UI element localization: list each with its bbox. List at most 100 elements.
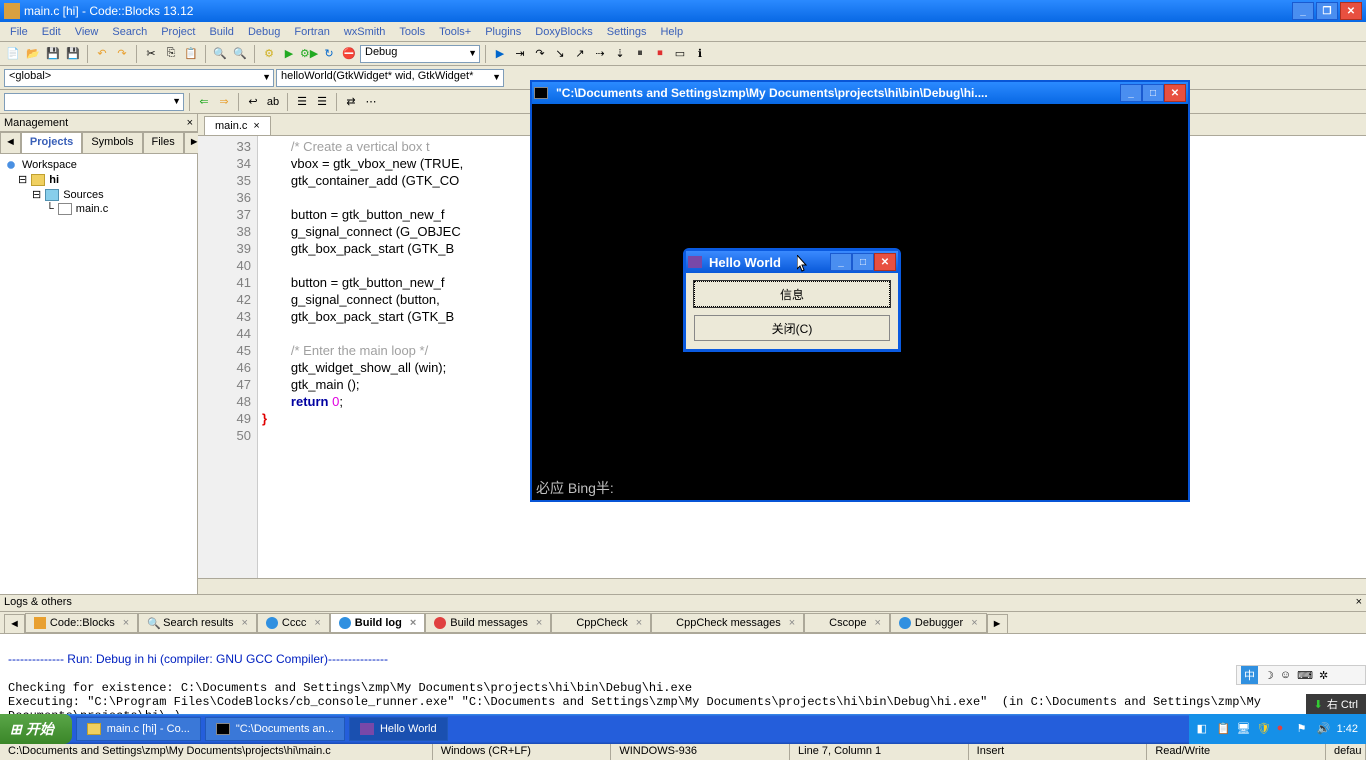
- mgmt-tab-symbols[interactable]: Symbols: [82, 132, 142, 153]
- taskbar-item-codeblocks[interactable]: main.c [hi] - Co...: [76, 717, 201, 741]
- run-to-cursor-icon[interactable]: ⇥: [511, 45, 529, 63]
- info-icon[interactable]: ℹ: [691, 45, 709, 63]
- menu-doxyblocks[interactable]: DoxyBlocks: [529, 24, 598, 40]
- logtab-buildmsg[interactable]: Build messages×: [425, 613, 551, 633]
- menu-project[interactable]: Project: [155, 24, 201, 40]
- save-all-icon[interactable]: 💾: [64, 45, 82, 63]
- copy-icon[interactable]: ⎘: [162, 45, 180, 63]
- forward-icon[interactable]: ⇒: [215, 93, 233, 111]
- logs-tab-prev[interactable]: ◄: [4, 614, 25, 633]
- tab-close-icon[interactable]: ×: [253, 120, 259, 132]
- menu-edit[interactable]: Edit: [36, 24, 67, 40]
- system-tray[interactable]: ◧ 📋 🖥 🛡 ● ⚑ 🔊 1:42: [1189, 714, 1366, 744]
- project-tree[interactable]: Workspace ⊟hi ⊟Sources └main.c: [0, 154, 197, 594]
- ime-moon-icon[interactable]: ☽: [1264, 669, 1274, 682]
- tray-av-icon[interactable]: ⚑: [1297, 722, 1311, 736]
- minimize-button[interactable]: _: [1292, 2, 1314, 20]
- rebuild-icon[interactable]: ↻: [320, 45, 338, 63]
- menu-help[interactable]: Help: [654, 24, 689, 40]
- step-out-icon[interactable]: ↗: [571, 45, 589, 63]
- tray-clock[interactable]: 1:42: [1337, 723, 1358, 735]
- menu-plugins[interactable]: Plugins: [479, 24, 527, 40]
- ime-smile-icon[interactable]: ☺: [1280, 669, 1291, 681]
- menu-file[interactable]: File: [4, 24, 34, 40]
- ime-strip[interactable]: 中 ☽ ☺ ⌨ ✲: [1236, 665, 1366, 685]
- console-close-button[interactable]: ✕: [1164, 84, 1186, 102]
- file-tab-mainc[interactable]: main.c×: [204, 116, 271, 135]
- options-icon[interactable]: ⋯: [362, 93, 380, 111]
- paste-icon[interactable]: 📋: [182, 45, 200, 63]
- abort-icon[interactable]: ⛔: [340, 45, 358, 63]
- tree-workspace[interactable]: Workspace: [4, 158, 193, 172]
- build-icon[interactable]: ⚙: [260, 45, 278, 63]
- logtab-buildlog[interactable]: Build log×: [330, 613, 425, 633]
- tray-icon-3[interactable]: 🖥: [1237, 722, 1251, 736]
- logtab-search[interactable]: 🔍Search results×: [138, 613, 257, 633]
- management-close-icon[interactable]: ×: [187, 117, 193, 129]
- tray-shield-icon[interactable]: 🛡: [1257, 722, 1271, 736]
- logtab-cscope[interactable]: Cscope×: [804, 613, 890, 633]
- next-instr-icon[interactable]: ⇢: [591, 45, 609, 63]
- menu-debug[interactable]: Debug: [242, 24, 286, 40]
- build-target-combo[interactable]: Debug: [360, 45, 480, 63]
- ime-lang[interactable]: 中: [1241, 666, 1258, 684]
- logs-close-icon[interactable]: ×: [1356, 596, 1362, 610]
- mgmt-tab-files[interactable]: Files: [143, 132, 184, 153]
- break-icon[interactable]: ⏸: [631, 45, 649, 63]
- redo-icon[interactable]: ↷: [113, 45, 131, 63]
- mgmt-tab-prev[interactable]: ◄: [0, 132, 21, 153]
- replace-icon[interactable]: 🔍: [231, 45, 249, 63]
- select-text-icon[interactable]: ab: [264, 93, 282, 111]
- console-titlebar[interactable]: "C:\Documents and Settings\zmp\My Docume…: [532, 82, 1188, 104]
- mgmt-tab-projects[interactable]: Projects: [21, 132, 82, 153]
- tray-icon-1[interactable]: ◧: [1197, 722, 1211, 736]
- cut-icon[interactable]: ✂: [142, 45, 160, 63]
- menu-view[interactable]: View: [69, 24, 105, 40]
- step-into-icon[interactable]: ↘: [551, 45, 569, 63]
- hello-world-dialog[interactable]: Hello World _ □ ✕ 信息 关闭(C): [683, 248, 901, 352]
- logtab-cppcheckmsg[interactable]: CppCheck messages×: [651, 613, 804, 633]
- hw-minimize-button[interactable]: _: [830, 253, 852, 271]
- taskbar-item-console[interactable]: "C:\Documents an...: [205, 717, 345, 741]
- logtab-cppcheck[interactable]: CppCheck×: [551, 613, 651, 633]
- step-into-instr-icon[interactable]: ⇣: [611, 45, 629, 63]
- hw-titlebar[interactable]: Hello World _ □ ✕: [686, 251, 898, 273]
- tray-volume-icon[interactable]: 🔊: [1317, 722, 1331, 736]
- undo-icon[interactable]: ↶: [93, 45, 111, 63]
- hw-close-button[interactable]: ✕: [874, 253, 896, 271]
- logtab-cccc[interactable]: Cccc×: [257, 613, 330, 633]
- tree-project[interactable]: ⊟hi: [4, 172, 193, 187]
- ime-gear-icon[interactable]: ✲: [1319, 669, 1328, 682]
- function-combo[interactable]: helloWorld(GtkWidget* wid, GtkWidget*: [276, 69, 504, 87]
- start-button[interactable]: ⊞开始: [0, 714, 72, 744]
- diff-icon[interactable]: ⇄: [342, 93, 360, 111]
- ime-keyboard-icon[interactable]: ⌨: [1297, 669, 1313, 682]
- logtab-debugger[interactable]: Debugger×: [890, 613, 987, 633]
- find-icon[interactable]: 🔍: [211, 45, 229, 63]
- restore-button[interactable]: ❐: [1316, 2, 1338, 20]
- back-icon[interactable]: ⇐: [195, 93, 213, 111]
- menu-fortran[interactable]: Fortran: [288, 24, 335, 40]
- last-jump-icon[interactable]: ↩: [244, 93, 262, 111]
- taskbar-item-helloworld[interactable]: Hello World: [349, 717, 448, 741]
- console-minimize-button[interactable]: _: [1120, 84, 1142, 102]
- open-icon[interactable]: 📂: [24, 45, 42, 63]
- debug-continue-icon[interactable]: ▶: [491, 45, 509, 63]
- tree-folder-sources[interactable]: ⊟Sources: [4, 187, 193, 202]
- close-button[interactable]: ✕: [1340, 2, 1362, 20]
- stop-debug-icon[interactable]: ⏹: [651, 45, 669, 63]
- bookmark-icon[interactable]: ☰: [293, 93, 311, 111]
- tray-alert-icon[interactable]: ●: [1277, 722, 1291, 736]
- menu-build[interactable]: Build: [203, 24, 239, 40]
- save-icon[interactable]: 💾: [44, 45, 62, 63]
- menu-toolsplus[interactable]: Tools+: [433, 24, 477, 40]
- bookmark2-icon[interactable]: ☰: [313, 93, 331, 111]
- new-file-icon[interactable]: 📄: [4, 45, 22, 63]
- nav-combo[interactable]: [4, 93, 184, 111]
- scope-combo[interactable]: <global>: [4, 69, 274, 87]
- menu-settings[interactable]: Settings: [601, 24, 653, 40]
- menu-wxsmith[interactable]: wxSmith: [338, 24, 392, 40]
- editor-hscrollbar[interactable]: [198, 578, 1366, 594]
- build-run-icon[interactable]: ⚙▶: [300, 45, 318, 63]
- tray-icon-2[interactable]: 📋: [1217, 722, 1231, 736]
